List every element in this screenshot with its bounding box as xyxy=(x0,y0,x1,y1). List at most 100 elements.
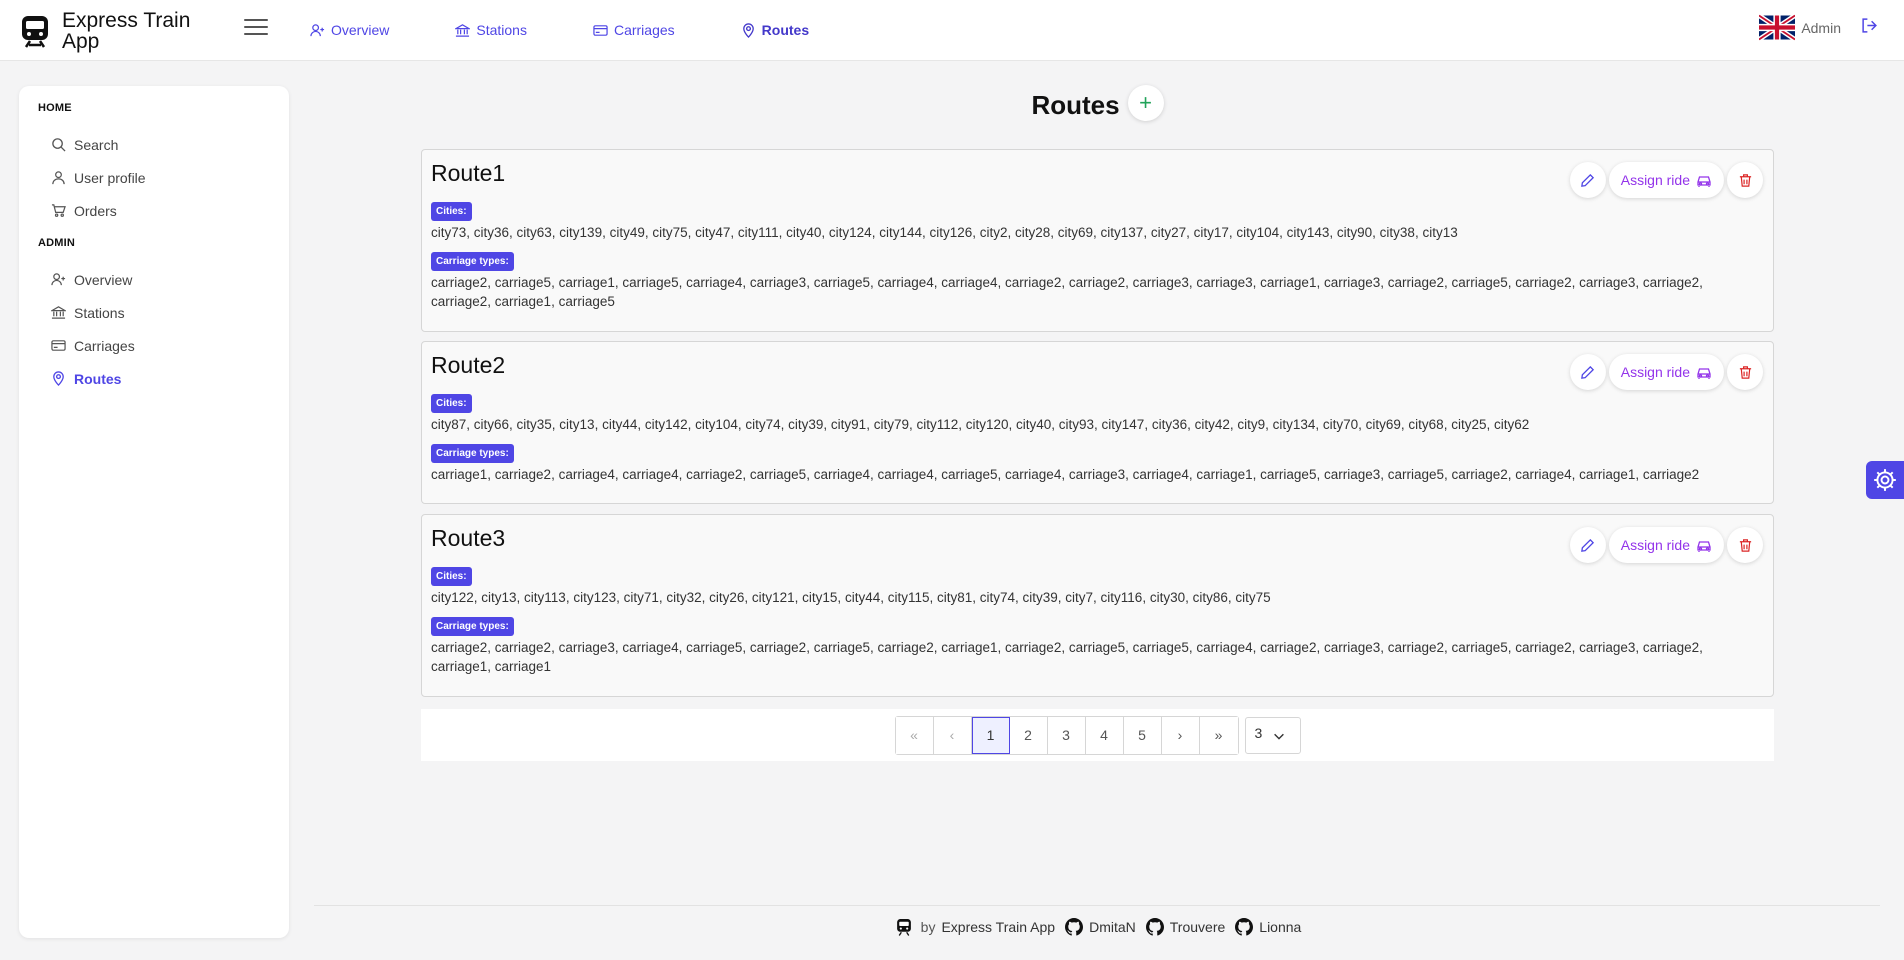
sidebar-item-stations[interactable]: Stations xyxy=(38,296,289,329)
sidebar-item-routes[interactable]: Routes xyxy=(38,362,289,395)
footer-app-link[interactable]: Express Train App xyxy=(941,919,1055,935)
route-carriages: carriage1, carriage2, carriage4, carriag… xyxy=(431,467,1700,482)
footer-by: by xyxy=(920,919,936,935)
route-name: Route1 xyxy=(431,160,506,186)
prev-page-button[interactable]: ‹ xyxy=(933,716,972,754)
map-pin-icon xyxy=(53,371,64,386)
plus-icon: + xyxy=(1139,89,1152,115)
car-icon xyxy=(1697,176,1711,187)
topnav-overview[interactable]: Overview xyxy=(310,22,389,38)
delete-route-button[interactable] xyxy=(1727,354,1763,390)
sidebar-item-label: Carriages xyxy=(74,337,135,354)
pencil-icon xyxy=(1581,365,1595,379)
sidebar-item-overview[interactable]: Overview xyxy=(38,263,289,296)
settings-button[interactable] xyxy=(1866,461,1904,499)
carriage-types-badge: Carriage types: xyxy=(431,444,514,463)
app-logo[interactable]: Express Train App xyxy=(20,10,202,52)
sidebar-heading-home: HOME xyxy=(38,102,72,114)
route-cities: city73, city36, city63, city139, city49,… xyxy=(431,225,1458,240)
add-route-button[interactable]: + xyxy=(1127,84,1164,121)
sidebar-heading-admin: ADMIN xyxy=(38,237,76,249)
github-icon xyxy=(1145,918,1164,936)
sidebar-item-label: Stations xyxy=(74,304,125,321)
uk-flag-icon[interactable] xyxy=(1759,14,1796,41)
sidebar-item-label: Orders xyxy=(74,202,117,219)
trash-icon xyxy=(1739,365,1751,379)
page-header: Routes + xyxy=(421,84,1774,121)
cities-badge: Cities: xyxy=(431,202,472,221)
cities-badge: Cities: xyxy=(431,567,472,586)
logout-button[interactable] xyxy=(1861,17,1878,39)
page-button-5[interactable]: 5 xyxy=(1123,716,1162,754)
route-actions: Assign ride xyxy=(1569,162,1763,198)
next-page-button[interactable]: › xyxy=(1161,716,1200,754)
map-pin-icon xyxy=(742,22,754,38)
footer-author-link[interactable]: Trouvere xyxy=(1170,919,1226,935)
assign-ride-label: Assign ride xyxy=(1620,172,1690,188)
trash-icon xyxy=(1739,538,1751,552)
first-page-button[interactable]: « xyxy=(895,716,934,754)
user-name[interactable]: Admin xyxy=(1801,20,1841,36)
page-title: Routes xyxy=(1031,90,1120,120)
route-card: Route2 Assign ride Cities: city87, city6… xyxy=(421,341,1774,504)
route-cities: city87, city66, city35, city13, city44, … xyxy=(431,417,1530,432)
assign-ride-button[interactable]: Assign ride xyxy=(1608,354,1724,390)
footer-author-link[interactable]: DmitaN xyxy=(1089,919,1136,935)
top-header: Express Train App Overview Stations Carr… xyxy=(0,0,1904,61)
cart-icon xyxy=(51,204,66,217)
assign-ride-button[interactable]: Assign ride xyxy=(1608,527,1724,563)
sidebar-item-search[interactable]: Search xyxy=(38,128,289,161)
sidebar-item-orders[interactable]: Orders xyxy=(38,194,289,227)
edit-route-button[interactable] xyxy=(1569,527,1606,563)
user-area: Admin xyxy=(1759,14,1878,41)
card-icon xyxy=(51,340,66,351)
edit-route-button[interactable] xyxy=(1569,354,1606,390)
route-card: Route1 Assign ride Cities: city73, city3… xyxy=(421,149,1774,332)
train-icon xyxy=(22,16,48,48)
sidebar-item-label: Search xyxy=(74,136,119,153)
assign-ride-label: Assign ride xyxy=(1620,537,1690,553)
sidebar-item-user-profile[interactable]: User profile xyxy=(38,161,289,194)
page-button-2[interactable]: 2 xyxy=(1009,716,1048,754)
assign-ride-button[interactable]: Assign ride xyxy=(1608,162,1724,198)
topnav-stations[interactable]: Stations xyxy=(455,22,527,38)
logout-icon xyxy=(1862,17,1877,33)
cities-badge: Cities: xyxy=(431,394,472,413)
bank-icon xyxy=(51,306,66,319)
github-icon xyxy=(1235,918,1254,936)
last-page-button[interactable]: » xyxy=(1199,716,1238,754)
page-button-1[interactable]: 1 xyxy=(971,716,1010,754)
edit-route-button[interactable] xyxy=(1569,162,1606,198)
delete-route-button[interactable] xyxy=(1727,527,1763,563)
gear-icon xyxy=(1874,469,1896,491)
topnav-overview-label: Overview xyxy=(331,22,390,38)
route-carriages: carriage2, carriage2, carriage3, carriag… xyxy=(431,640,1703,674)
top-navigation: Overview Stations Carriages Routes xyxy=(310,0,875,60)
car-icon xyxy=(1697,541,1711,552)
sidebar-item-carriages[interactable]: Carriages xyxy=(38,329,289,362)
route-name: Route3 xyxy=(431,525,506,551)
user-plus-icon xyxy=(51,273,66,286)
card-icon xyxy=(593,24,608,36)
topnav-carriages[interactable]: Carriages xyxy=(593,22,675,38)
page-size-select[interactable]: 3 xyxy=(1244,716,1301,754)
bank-icon xyxy=(455,23,471,37)
topnav-stations-label: Stations xyxy=(476,22,527,38)
sidebar: HOME Search User profile Orders ADMIN Ov… xyxy=(19,86,289,938)
topnav-routes-label: Routes xyxy=(761,22,810,38)
footer: by Express Train App DmitaN Trouvere Lio… xyxy=(314,918,1880,936)
carriage-types-badge: Carriage types: xyxy=(431,252,514,271)
footer-author-link[interactable]: Lionna xyxy=(1259,919,1301,935)
topnav-routes[interactable]: Routes xyxy=(741,22,809,38)
route-actions: Assign ride xyxy=(1569,527,1763,563)
topnav-carriages-label: Carriages xyxy=(613,22,675,38)
train-icon xyxy=(896,919,911,936)
delete-route-button[interactable] xyxy=(1727,162,1763,198)
route-card: Route3 Assign ride Cities: city122, city… xyxy=(421,514,1774,697)
app-title: Express Train App xyxy=(62,9,191,53)
page-button-3[interactable]: 3 xyxy=(1047,716,1086,754)
route-carriages: carriage2, carriage5, carriage1, carriag… xyxy=(431,275,1703,309)
page-button-4[interactable]: 4 xyxy=(1085,716,1124,754)
page-size-value: 3 xyxy=(1254,724,1263,741)
menu-toggle-button[interactable] xyxy=(244,19,268,39)
